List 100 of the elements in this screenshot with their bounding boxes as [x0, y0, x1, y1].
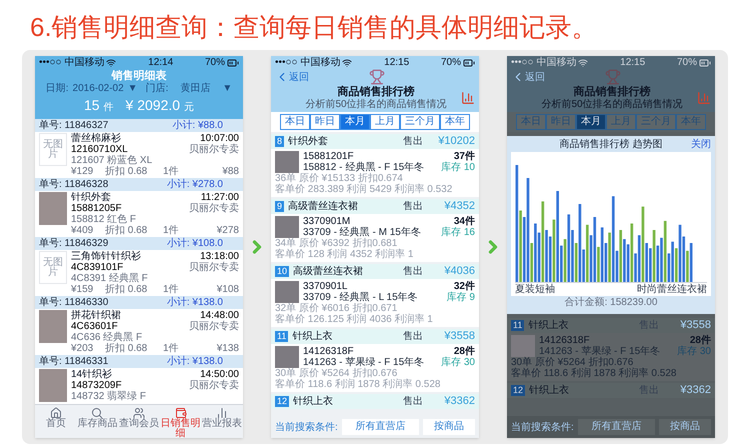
- item-category: 针织上衣: [293, 394, 334, 409]
- order-number: 单号: 11846329: [39, 238, 108, 249]
- sold-label: 售出: [403, 264, 423, 279]
- battery-icon: [698, 56, 711, 68]
- product-code: 15881201F: [303, 151, 354, 162]
- tab-bar-item[interactable]: 库存商品: [76, 405, 118, 438]
- order-number: 单号: 11846331: [39, 356, 108, 367]
- product-variant: 4C636 经典黑 F: [71, 332, 142, 343]
- rank-badge: 11: [511, 320, 524, 331]
- screen-subtitle: 分析前50位排名的商品销售情况: [305, 99, 447, 110]
- product-code: 3370901L: [303, 281, 348, 292]
- store-name: 贝丽尔专卖: [189, 203, 239, 214]
- original-price: ¥203: [71, 343, 94, 354]
- carrier-name: •••○○ 中国移动: [39, 57, 104, 68]
- search-icon: [91, 407, 104, 419]
- date-label: 日期:: [46, 83, 69, 94]
- tab-bar-item[interactable]: 营业报表: [201, 405, 243, 438]
- period-tab[interactable]: 本日: [280, 114, 310, 130]
- sale-amount: ¥278: [216, 225, 239, 236]
- order-subtotal: 小计: ¥138.0: [166, 297, 223, 308]
- sales-amount: ¥4352: [443, 199, 475, 214]
- product-code: 15881205F: [71, 203, 122, 214]
- total-amount: 合计金额: 158239.00: [564, 296, 658, 310]
- battery-percent: 70%: [440, 57, 461, 68]
- item-category: 高级蕾丝连衣裙: [293, 264, 364, 279]
- store-filter-button[interactable]: 所有直营店: [342, 419, 419, 435]
- item-category: 针织上衣: [529, 384, 570, 398]
- product-code: 14126318F: [303, 346, 354, 357]
- profit-stats: 客单价 118.6 利润 1878 利润率 0.528: [511, 368, 678, 379]
- sales-amount: ¥3362: [443, 394, 475, 410]
- trophy-icon: [605, 69, 621, 85]
- sold-label: 售出: [403, 330, 423, 344]
- period-tab[interactable]: 昨日: [310, 114, 340, 130]
- product-variant: 33709 - 经典黑 - L 15年冬: [303, 292, 418, 303]
- amount-unit: 元: [184, 101, 194, 115]
- store-label: 门店:: [146, 83, 168, 94]
- axis-label-end: 时尚蕾丝连衣裙: [637, 283, 707, 296]
- dialog-title: 商品销售排行榜 趋势图: [560, 138, 662, 152]
- date-caret[interactable]: ▼: [128, 83, 138, 94]
- order-stats: 32单 原价 ¥6016 折扣0.671: [275, 303, 398, 314]
- total-amount: ¥ 2092.0: [126, 96, 180, 114]
- product-code: 3370901M: [303, 216, 350, 227]
- order-stats: 30单 原价 ¥5264 折扣0.676: [511, 357, 634, 368]
- close-button[interactable]: 关闭: [691, 136, 711, 152]
- order-stats: 30单 原价 ¥5264 折扣0.676: [275, 368, 398, 379]
- photo-placeholder: [275, 216, 299, 238]
- sold-quantity: 32件: [454, 281, 475, 292]
- search-condition-label: 当前搜索条件:: [511, 420, 574, 434]
- order-number: 单号: 11846327: [39, 120, 108, 131]
- sale-amount: ¥138: [216, 343, 239, 354]
- trophy-icon: [369, 69, 385, 85]
- discount: 折扣 0.68: [105, 284, 148, 295]
- count-unit: 件: [104, 101, 114, 115]
- store-value[interactable]: 黄田店: [180, 83, 210, 94]
- period-tab[interactable]: 上月: [370, 114, 400, 130]
- sold-quantity: 28件: [690, 335, 711, 346]
- period-tab[interactable]: 本年: [440, 114, 470, 130]
- period-tab[interactable]: 本月: [340, 114, 370, 130]
- tab-bar-item[interactable]: 日销售明细: [160, 405, 202, 438]
- tab-bar-item[interactable]: 查询会员: [118, 405, 160, 438]
- product-name: 针织外套: [71, 192, 111, 203]
- sold-quantity: 34件: [454, 216, 475, 227]
- product-code: 14126318F: [539, 335, 590, 346]
- chart-icon[interactable]: [461, 90, 475, 104]
- sold-quantity: 28件: [454, 346, 475, 357]
- sold-label: 售出: [403, 394, 423, 409]
- sold-quantity: 37件: [454, 151, 475, 162]
- battery-percent: 70%: [676, 57, 697, 68]
- original-price: ¥409: [71, 225, 94, 236]
- house-icon: [50, 407, 62, 419]
- date-value[interactable]: 2016-02-02: [72, 83, 124, 94]
- quantity: 1件: [163, 284, 180, 295]
- store-caret[interactable]: ▼: [222, 83, 232, 94]
- profit-stats: 客单价 118.6 利润 1878 利润率 0.528: [275, 379, 442, 390]
- total-count: 15: [84, 96, 100, 114]
- photo-placeholder: [275, 346, 299, 368]
- clock-time: 12:14: [148, 57, 174, 68]
- period-tab[interactable]: 本月: [576, 114, 606, 130]
- item-category: 针织外套: [288, 135, 330, 149]
- product-variant: 121607 粉蓝色 XL: [71, 155, 152, 166]
- no-image-text: 无图片: [42, 140, 64, 160]
- battery-icon: [462, 56, 475, 68]
- group-filter-button[interactable]: 按商品: [659, 419, 711, 435]
- sale-time: 10:07:00: [200, 133, 239, 144]
- period-tab[interactable]: 三个月: [400, 114, 440, 130]
- clock-time: 12:15: [384, 57, 410, 68]
- group-filter-button[interactable]: 按商品: [423, 419, 475, 435]
- product-variant: 148732 翡翠绿 F: [71, 391, 146, 402]
- screen-title: 销售明细表: [110, 69, 168, 82]
- back-link[interactable]: 返回: [525, 70, 545, 84]
- sales-amount: ¥3558: [679, 318, 711, 334]
- page-heading: 6.销售明细查询：查询每日销售的具体明细记录。: [29, 11, 599, 44]
- rank-badge: 9: [275, 201, 284, 212]
- product-name: 14针织衫: [71, 369, 112, 380]
- tab-bar-item[interactable]: 首页: [35, 405, 77, 438]
- order-number: 单号: 11846328: [39, 179, 108, 190]
- order-number: 单号: 11846330: [39, 297, 108, 308]
- back-link[interactable]: 返回: [289, 70, 309, 84]
- store-filter-button[interactable]: 所有直营店: [578, 419, 655, 435]
- order-subtotal: 小计: ¥278.0: [166, 179, 223, 190]
